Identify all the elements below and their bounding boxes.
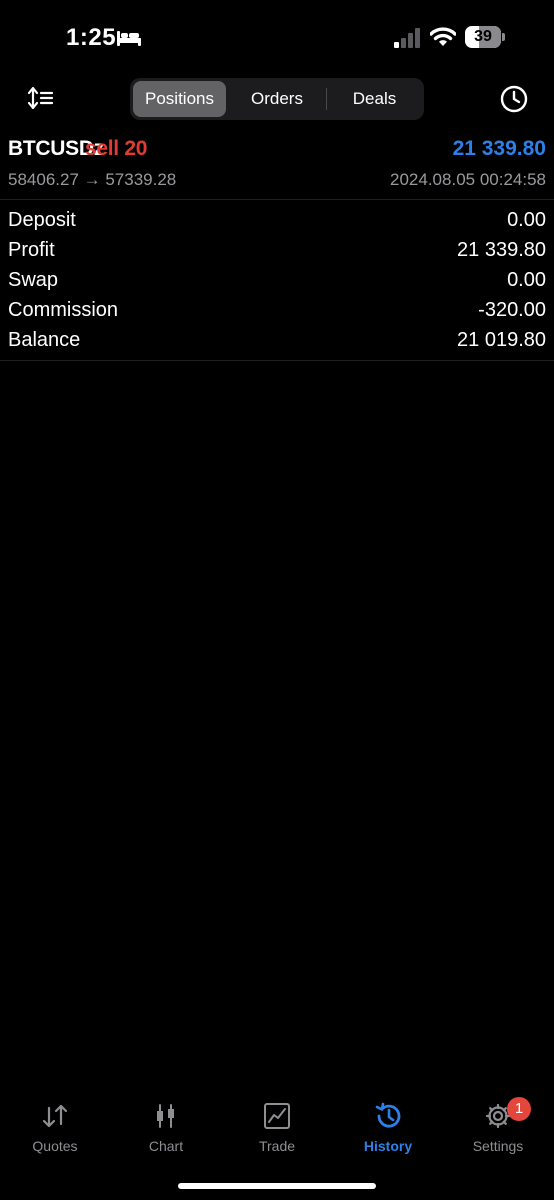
summary-value: 0.00 xyxy=(507,209,546,231)
position-profit: 21 339.80 xyxy=(452,137,546,160)
sort-icon xyxy=(27,86,54,110)
bottom-tab-bar: Quotes Chart Trade History Settings xyxy=(0,1092,554,1162)
tab-orders[interactable]: Orders xyxy=(230,81,324,117)
home-indicator[interactable] xyxy=(178,1183,376,1189)
tab-label: Chart xyxy=(148,1138,184,1154)
summary-label: Swap xyxy=(8,269,59,291)
clock-icon xyxy=(500,85,528,113)
summary-label: Deposit xyxy=(8,209,76,231)
battery-indicator: 39 xyxy=(465,26,505,48)
period-button[interactable] xyxy=(497,82,531,116)
sort-button[interactable] xyxy=(24,82,58,116)
summary-label: Balance xyxy=(8,329,81,351)
tab-deals[interactable]: Deals xyxy=(328,81,421,117)
status-bar: 1:25 39 xyxy=(0,0,554,70)
wifi-icon xyxy=(430,27,456,46)
summary-row-balance: Balance 21 019.80 xyxy=(0,326,554,356)
settings-badge: 1 xyxy=(507,1097,531,1121)
quotes-icon xyxy=(42,1104,68,1128)
cellular-signal-icon xyxy=(394,28,420,48)
tab-quotes[interactable]: Quotes xyxy=(0,1092,110,1158)
trade-icon xyxy=(264,1103,290,1129)
position-datetime: 2024.08.05 00:24:58 xyxy=(390,170,546,189)
position-row[interactable]: BTCUSDz sell 20 21 339.80 58406.27 → 573… xyxy=(0,130,554,200)
summary-label: Commission xyxy=(8,299,119,321)
chart-icon xyxy=(157,1104,174,1128)
summary-value: 21 339.80 xyxy=(457,239,546,261)
tab-label: Trade xyxy=(258,1138,296,1154)
position-direction: sell 20 xyxy=(85,137,148,160)
tab-label: History xyxy=(363,1138,413,1154)
bed-icon xyxy=(117,31,141,46)
summary-row-swap: Swap 0.00 xyxy=(0,266,554,296)
status-time: 1:25 xyxy=(66,24,117,51)
summary-value: 0.00 xyxy=(507,269,546,291)
summary-label: Profit xyxy=(8,239,55,261)
tab-label: Settings xyxy=(472,1138,524,1154)
tab-settings[interactable]: Settings xyxy=(443,1092,553,1158)
position-prices: 58406.27 → 57339.28 xyxy=(8,170,177,189)
tab-trade[interactable]: Trade xyxy=(222,1092,332,1158)
tab-label: Quotes xyxy=(32,1138,78,1154)
history-icon xyxy=(375,1102,401,1128)
summary-value: -320.00 xyxy=(478,299,546,321)
history-segmented-control: Positions Orders Deals xyxy=(130,78,424,120)
summary-value: 21 019.80 xyxy=(457,329,546,351)
summary-row-deposit: Deposit 0.00 xyxy=(0,206,554,236)
summary-row-profit: Profit 21 339.80 xyxy=(0,236,554,266)
summary-row-commission: Commission -320.00 xyxy=(0,296,554,326)
tab-chart[interactable]: Chart xyxy=(111,1092,221,1158)
history-toolbar: Positions Orders Deals xyxy=(0,76,554,122)
summary-panel: Deposit 0.00 Profit 21 339.80 Swap 0.00 … xyxy=(0,205,554,361)
battery-level: 39 xyxy=(474,28,492,45)
tab-positions[interactable]: Positions xyxy=(133,81,226,117)
segment-divider xyxy=(326,88,327,110)
tab-history[interactable]: History xyxy=(333,1092,443,1158)
